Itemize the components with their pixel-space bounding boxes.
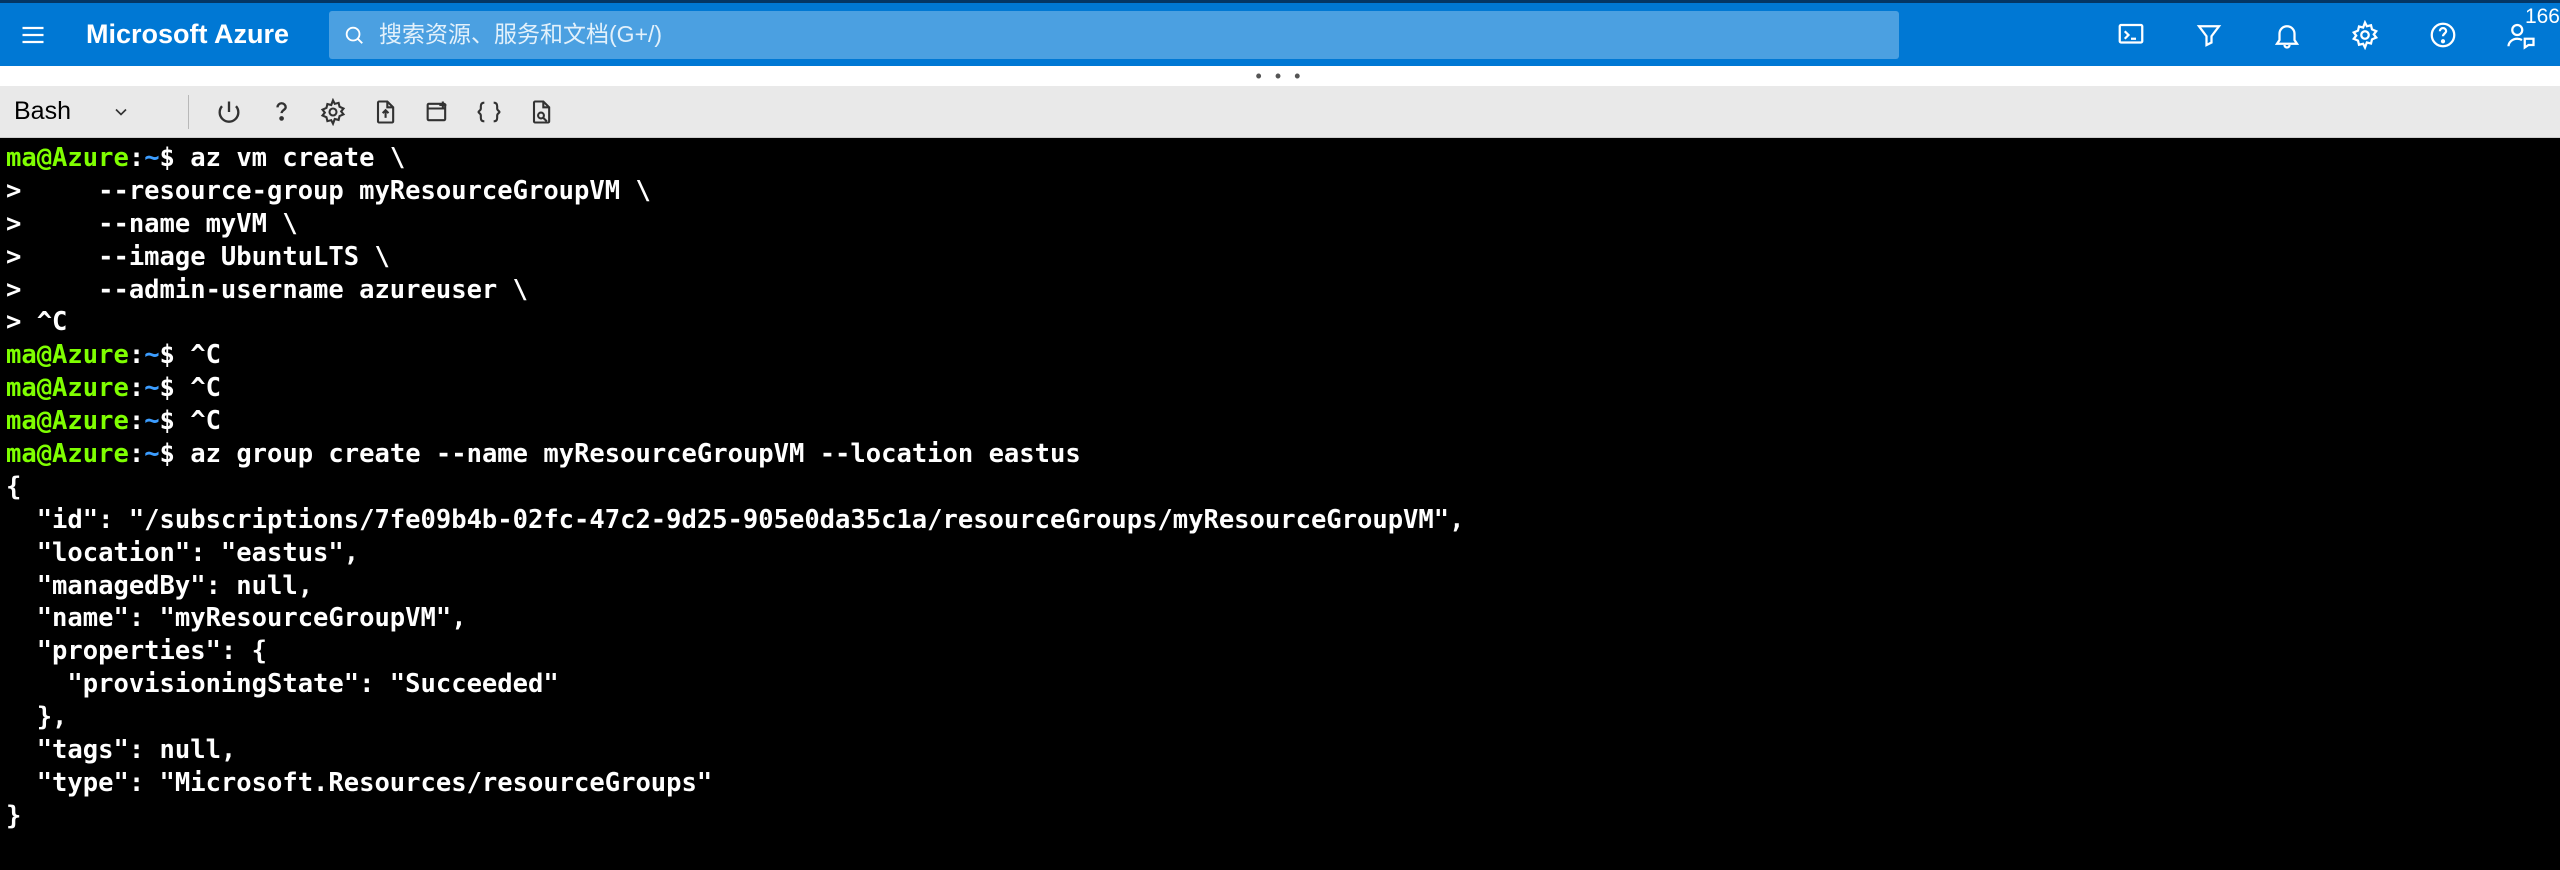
- hamburger-menu-button[interactable]: [0, 2, 66, 68]
- chevron-down-icon: [111, 102, 131, 122]
- editor-button[interactable]: [467, 90, 511, 134]
- search-icon: [343, 24, 365, 46]
- question-icon: [267, 98, 295, 126]
- cloud-shell-icon: [2116, 20, 2146, 50]
- cloud-shell-button[interactable]: [2092, 2, 2170, 68]
- directory-filter-icon: [2194, 20, 2224, 50]
- gear-icon: [2350, 20, 2380, 50]
- shell-settings-button[interactable]: [311, 90, 355, 134]
- cloud-shell-toolbar: Bash: [0, 86, 2560, 138]
- power-icon: [215, 98, 243, 126]
- search-input[interactable]: [379, 21, 1885, 48]
- shell-help-button[interactable]: [259, 90, 303, 134]
- help-icon: [2428, 20, 2458, 50]
- settings-button[interactable]: [2326, 2, 2404, 68]
- web-preview-button[interactable]: [519, 90, 563, 134]
- restart-shell-button[interactable]: [207, 90, 251, 134]
- brand-title[interactable]: Microsoft Azure: [86, 19, 289, 50]
- global-search[interactable]: [329, 11, 1899, 59]
- braces-icon: [475, 98, 503, 126]
- shell-selector-label: Bash: [14, 97, 71, 126]
- bell-icon: [2272, 20, 2302, 50]
- upload-download-button[interactable]: [363, 90, 407, 134]
- directory-switch-button[interactable]: [2170, 2, 2248, 68]
- hamburger-icon: [19, 21, 47, 49]
- toolbar-separator: [188, 95, 189, 129]
- splitter-dots: • • •: [1256, 66, 1305, 87]
- help-button[interactable]: [2404, 2, 2482, 68]
- notifications-button[interactable]: [2248, 2, 2326, 68]
- notification-count-badge: 166: [2525, 5, 2560, 29]
- gear-icon: [319, 98, 347, 126]
- terminal-output[interactable]: ma@Azure:~$ az vm create \ > --resource-…: [0, 138, 2560, 870]
- new-session-button[interactable]: [415, 90, 459, 134]
- top-bar-icons: [2092, 2, 2560, 68]
- azure-top-bar: Microsoft Azure: [0, 0, 2560, 66]
- file-preview-icon: [527, 98, 555, 126]
- new-window-icon: [423, 98, 451, 126]
- shell-selector[interactable]: Bash: [10, 93, 170, 130]
- pane-splitter[interactable]: • • •: [0, 66, 2560, 86]
- file-transfer-icon: [371, 98, 399, 126]
